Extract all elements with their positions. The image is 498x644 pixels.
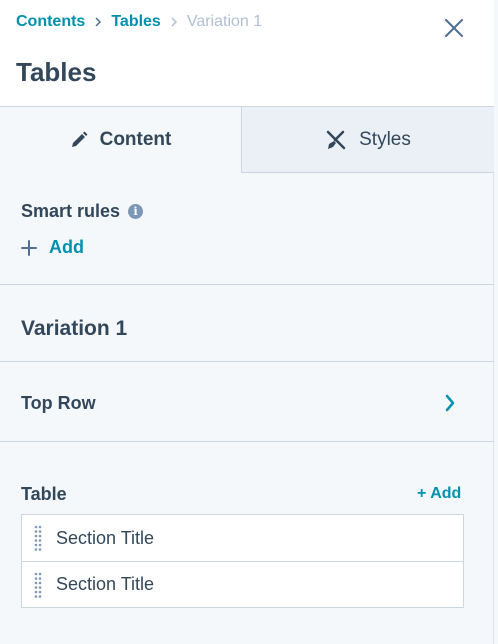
drag-handle-icon[interactable]: [34, 525, 42, 551]
smart-rules-label: Smart rules: [21, 201, 121, 221]
tab-bar: Content Styles: [0, 107, 494, 173]
list-item-label: Section Title: [56, 527, 155, 548]
breadcrumb-tables[interactable]: Tables: [111, 13, 161, 31]
breadcrumb-current: Variation 1: [186, 13, 263, 30]
list-item[interactable]: Section Title: [22, 561, 463, 607]
add-smart-rule-label: Add: [49, 237, 84, 257]
breadcrumb: Contents Tables Variation 1: [16, 12, 262, 32]
table-heading: Table: [21, 484, 67, 504]
tab-styles[interactable]: Styles: [242, 107, 494, 173]
panel-header: Contents Tables Variation 1 Tables: [0, 0, 494, 107]
chevron-right-icon: [440, 391, 460, 415]
drag-handle-icon[interactable]: [34, 572, 42, 598]
close-button[interactable]: [440, 14, 468, 42]
add-table-row-button[interactable]: + Add: [417, 485, 461, 503]
smart-rules-heading: Smart rules i: [21, 201, 144, 222]
list-item[interactable]: Section Title: [22, 515, 463, 561]
chevron-right-icon: [161, 12, 187, 32]
table-list: Section Title Section Title: [21, 514, 464, 608]
list-item-label: Section Title: [56, 574, 155, 594]
tab-content[interactable]: Content: [0, 107, 242, 173]
tab-styles-label: Styles: [359, 128, 411, 150]
pencil-icon: [71, 131, 88, 147]
chevron-right-icon: [85, 12, 111, 32]
breadcrumb-contents[interactable]: Contents: [16, 13, 85, 31]
smart-rules-section: Smart rules i Add: [0, 173, 494, 285]
page-title: Tables: [16, 57, 97, 87]
sidebar-panel: Contents Tables Variation 1 Tables Conte…: [0, 0, 494, 644]
info-icon[interactable]: i: [128, 204, 144, 219]
add-smart-rule-button[interactable]: Add: [21, 237, 84, 258]
top-row-label: Top Row: [21, 393, 96, 413]
variation-title: Variation 1: [21, 317, 128, 340]
tab-content-label: Content: [99, 129, 172, 150]
top-row-item[interactable]: Top Row: [0, 363, 494, 442]
variation-section: Variation 1: [0, 286, 494, 362]
brush-icon: [326, 130, 346, 149]
close-icon: [445, 19, 463, 37]
plus-icon: [21, 239, 37, 256]
